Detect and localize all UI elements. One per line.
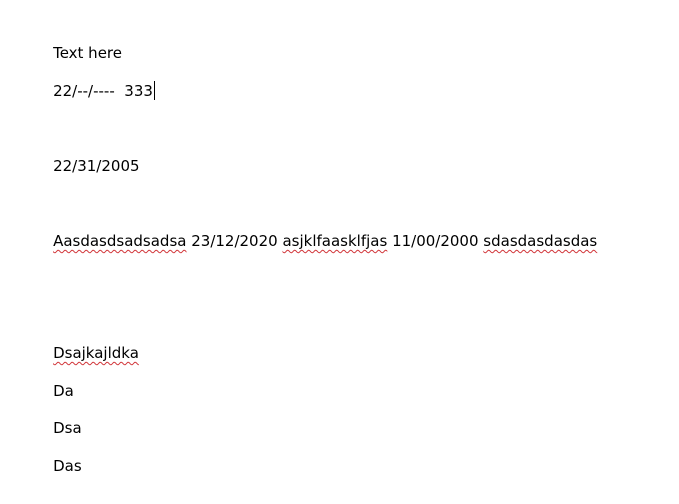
paragraph-text: 22/31/2005 — [53, 157, 140, 175]
misspelled-word[interactable]: Dsajkajldka — [53, 344, 139, 362]
paragraph-text: Das — [53, 457, 82, 475]
paragraph-mixed-dates[interactable]: Aasdasdsadsadsa 23/12/2020 asjklfaasklfj… — [34, 211, 597, 250]
paragraph-date-placeholder[interactable]: 22/--/---- 333 — [34, 61, 155, 100]
paragraph-text: 23/12/2020 — [186, 232, 283, 250]
misspelled-word[interactable]: asjklfaasklfjas — [282, 232, 387, 250]
paragraph-dsa[interactable]: Dsa — [34, 398, 82, 437]
paragraph-text: Text here — [53, 44, 122, 62]
misspelled-word[interactable]: sdasdasdasdas — [483, 232, 597, 250]
paragraph-da[interactable]: Da — [34, 361, 74, 400]
paragraph-das[interactable]: Das — [34, 436, 82, 475]
document-page[interactable]: Text here 22/--/---- 333 22/31/2005 Aasd… — [0, 0, 679, 504]
paragraph-text: 11/00/2000 — [387, 232, 484, 250]
paragraph-dsajkajldka[interactable]: Dsajkajldka — [34, 323, 139, 362]
text-caret — [153, 81, 155, 100]
paragraph-text: 22/--/---- 333 — [53, 82, 153, 100]
paragraph-date[interactable]: 22/31/2005 — [34, 136, 139, 175]
misspelled-word[interactable]: Aasdasdsadsadsa — [53, 232, 186, 250]
paragraph-text: Dsa — [53, 419, 82, 437]
paragraph-text-here[interactable]: Text here — [34, 23, 122, 62]
